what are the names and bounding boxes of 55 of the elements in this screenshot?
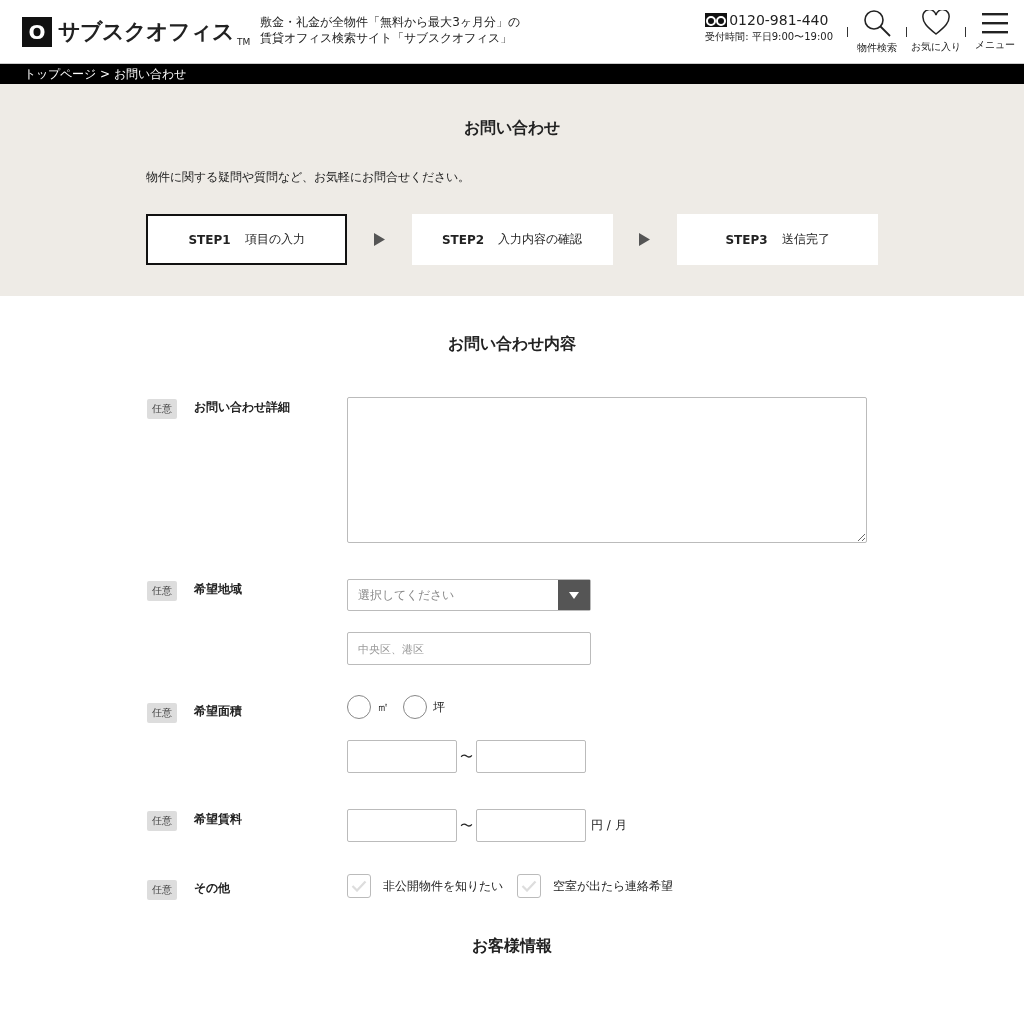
field-label: 希望地域 xyxy=(194,581,243,598)
caret-icon xyxy=(569,591,579,599)
checkbox-label: 非公開物件を知りたい xyxy=(383,878,503,894)
heart-icon xyxy=(922,9,950,36)
step-arrow-icon xyxy=(639,233,651,246)
inquiry-textarea[interactable] xyxy=(347,397,867,543)
step-box: STEP3 送信完了 xyxy=(677,214,878,265)
tagline: 敷金・礼金が全物件「無料から最大3ヶ月分」の xyxy=(260,13,520,30)
free-dial-icon xyxy=(705,12,728,27)
region-select[interactable]: 選択してください xyxy=(347,579,591,611)
field-label: 希望面積 xyxy=(194,703,243,720)
trademark: TM xyxy=(237,36,251,47)
field-label: その他 xyxy=(194,880,231,897)
checkmark-icon xyxy=(351,880,367,892)
nav-button[interactable]: メニュー xyxy=(966,11,1024,52)
step-arrow-icon xyxy=(373,233,385,246)
unit-label: 円 / 月 xyxy=(591,817,627,834)
min-area-input[interactable] xyxy=(347,740,457,773)
optional-badge: 任意 xyxy=(147,399,177,419)
checkbox-label: 空室が出たら連絡希望 xyxy=(553,878,673,894)
logo-text[interactable]: サブスクオフィス xyxy=(58,16,234,47)
phone-number[interactable]: 0120-981-440 xyxy=(729,11,829,28)
menu-icon xyxy=(982,11,1008,34)
search-icon xyxy=(863,8,891,37)
tagline: 賃貸オフィス検索サイト「サブスクオフィス」 xyxy=(260,29,514,46)
field-label: お問い合わせ詳細 xyxy=(194,399,291,416)
radio-label: ㎡ xyxy=(377,698,389,716)
checkmark-icon xyxy=(521,880,537,892)
min-rent-input[interactable] xyxy=(347,809,457,842)
field-label: 希望賃料 xyxy=(194,811,243,828)
nav-button[interactable]: 物件検索 xyxy=(848,8,906,55)
section-title: お客様情報 xyxy=(471,936,553,957)
optional-badge: 任意 xyxy=(147,811,177,831)
breadcrumb-item[interactable]: トップページ xyxy=(24,65,96,83)
optional-badge: 任意 xyxy=(147,581,177,601)
section-title: お問い合わせ内容 xyxy=(447,334,577,355)
max-rent-input[interactable] xyxy=(476,809,586,842)
page-title: お問い合わせ xyxy=(463,118,561,139)
checkbox[interactable] xyxy=(517,874,541,898)
optional-badge: 任意 xyxy=(147,703,177,723)
step-box: STEP2 入力内容の確認 xyxy=(411,214,613,265)
breadcrumb-separator: > xyxy=(100,67,111,81)
intro-text: 物件に関する疑問や質問など、お気軽にお問合せください。 xyxy=(146,169,471,186)
range-separator: 〜 xyxy=(460,747,473,766)
nav-button[interactable]: お気に入り xyxy=(907,9,965,54)
max-area-input[interactable] xyxy=(476,740,586,773)
breadcrumb-item: お問い合わせ xyxy=(114,65,187,83)
business-hours: 受付時間: 平日9:00〜19:00 xyxy=(705,29,833,44)
logo-mark: O xyxy=(22,16,52,47)
optional-badge: 任意 xyxy=(147,880,177,900)
checkbox[interactable] xyxy=(347,874,371,898)
step-box: STEP1 項目の入力 xyxy=(146,214,347,265)
region-input[interactable]: 中央区、港区 xyxy=(347,632,591,665)
radio-label: 坪 xyxy=(433,698,445,716)
range-separator: 〜 xyxy=(460,816,473,835)
